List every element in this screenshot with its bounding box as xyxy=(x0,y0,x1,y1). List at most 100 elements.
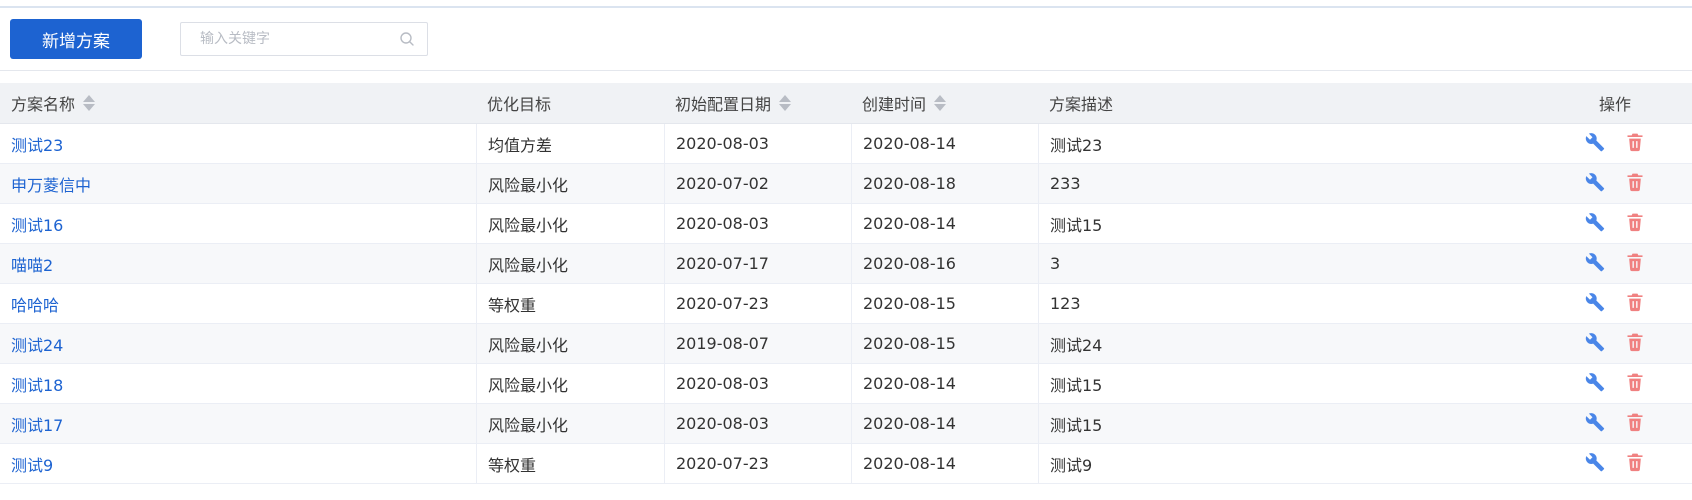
plan-name-cell: 测试16 xyxy=(0,204,476,243)
trash-icon[interactable] xyxy=(1625,132,1645,156)
search-icon[interactable] xyxy=(399,31,415,47)
init-date-cell: 2020-08-03 xyxy=(664,404,851,443)
search-box[interactable] xyxy=(180,22,428,56)
init-date-text: 2020-07-23 xyxy=(676,294,769,313)
target-text: 风险最小化 xyxy=(488,175,569,195)
created-text: 2020-08-14 xyxy=(863,454,956,473)
wrench-icon[interactable] xyxy=(1585,332,1605,356)
ops-cell xyxy=(1538,444,1692,483)
sort-icon[interactable] xyxy=(779,94,792,112)
wrench-icon[interactable] xyxy=(1585,292,1605,316)
table-body: 测试23 均值方差 2020-08-03 2020-08-14 测试23 申万菱信中 风险最… xyxy=(0,124,1692,484)
target-cell: 风险最小化 xyxy=(476,204,664,243)
plan-name-link[interactable]: 申万菱信中 xyxy=(11,172,91,196)
created-cell: 2020-08-14 xyxy=(851,444,1038,483)
init-date-text: 2020-08-03 xyxy=(676,414,769,433)
created-cell: 2020-08-14 xyxy=(851,124,1038,163)
created-cell: 2020-08-14 xyxy=(851,204,1038,243)
wrench-icon[interactable] xyxy=(1585,412,1605,436)
desc-cell: 3 xyxy=(1038,244,1538,283)
ops-cell xyxy=(1538,164,1692,203)
ops-cell xyxy=(1538,124,1692,163)
created-text: 2020-08-14 xyxy=(863,214,956,233)
created-cell: 2020-08-16 xyxy=(851,244,1038,283)
wrench-icon[interactable] xyxy=(1585,212,1605,236)
init-date-cell: 2020-08-03 xyxy=(664,364,851,403)
plan-name-cell: 测试17 xyxy=(0,404,476,443)
plan-name-link[interactable]: 测试18 xyxy=(11,372,63,396)
header-target: 优化目标 xyxy=(487,95,552,114)
sort-icon[interactable] xyxy=(934,94,947,112)
created-text: 2020-08-14 xyxy=(863,414,956,433)
desc-text: 测试9 xyxy=(1050,455,1093,475)
trash-icon[interactable] xyxy=(1625,412,1645,436)
row-actions xyxy=(1585,292,1645,316)
desc-text: 233 xyxy=(1050,174,1081,193)
target-cell: 风险最小化 xyxy=(476,244,664,283)
init-date-text: 2020-07-23 xyxy=(676,454,769,473)
ops-cell xyxy=(1538,364,1692,403)
header-name-cell[interactable]: 方案名称 xyxy=(0,83,476,123)
plan-name-link[interactable]: 测试16 xyxy=(11,212,63,236)
sort-icon[interactable] xyxy=(83,94,96,112)
row-actions xyxy=(1585,412,1645,436)
desc-text: 123 xyxy=(1050,294,1081,313)
trash-icon[interactable] xyxy=(1625,292,1645,316)
header-init-date-cell[interactable]: 初始配置日期 xyxy=(664,83,851,123)
target-cell: 等权重 xyxy=(476,444,664,483)
wrench-icon[interactable] xyxy=(1585,372,1605,396)
target-cell: 风险最小化 xyxy=(476,324,664,363)
table-row: 哈哈哈 等权重 2020-07-23 2020-08-15 123 xyxy=(0,284,1692,324)
desc-text: 3 xyxy=(1050,254,1061,273)
created-cell: 2020-08-15 xyxy=(851,284,1038,323)
trash-icon[interactable] xyxy=(1625,372,1645,396)
row-actions xyxy=(1585,212,1645,236)
wrench-icon[interactable] xyxy=(1585,252,1605,276)
desc-cell: 测试15 xyxy=(1038,204,1538,243)
target-text: 风险最小化 xyxy=(488,375,569,395)
target-text: 风险最小化 xyxy=(488,335,569,355)
target-cell: 风险最小化 xyxy=(476,164,664,203)
init-date-cell: 2020-08-03 xyxy=(664,124,851,163)
init-date-text: 2020-08-03 xyxy=(676,374,769,393)
header-ops-cell: 操作 xyxy=(1538,83,1692,123)
created-cell: 2020-08-14 xyxy=(851,404,1038,443)
desc-cell: 测试9 xyxy=(1038,444,1538,483)
header-desc: 方案描述 xyxy=(1049,95,1114,114)
init-date-text: 2020-08-03 xyxy=(676,214,769,233)
wrench-icon[interactable] xyxy=(1585,172,1605,196)
wrench-icon[interactable] xyxy=(1585,132,1605,156)
wrench-icon[interactable] xyxy=(1585,452,1605,476)
init-date-text: 2019-08-07 xyxy=(676,334,769,353)
init-date-cell: 2020-07-17 xyxy=(664,244,851,283)
plan-name-link[interactable]: 测试9 xyxy=(11,452,53,476)
created-text: 2020-08-14 xyxy=(863,134,956,153)
desc-text: 测试15 xyxy=(1050,215,1103,235)
table-row: 测试9 等权重 2020-07-23 2020-08-14 测试9 xyxy=(0,444,1692,484)
plan-name-cell: 测试18 xyxy=(0,364,476,403)
table-row: 测试24 风险最小化 2019-08-07 2020-08-15 测试24 xyxy=(0,324,1692,364)
trash-icon[interactable] xyxy=(1625,172,1645,196)
target-text: 等权重 xyxy=(488,295,537,315)
plan-name-link[interactable]: 测试23 xyxy=(11,132,63,156)
trash-icon[interactable] xyxy=(1625,252,1645,276)
add-plan-button[interactable]: 新增方案 xyxy=(10,19,142,59)
search-input[interactable] xyxy=(181,23,391,55)
trash-icon[interactable] xyxy=(1625,332,1645,356)
desc-cell: 测试15 xyxy=(1038,364,1538,403)
plan-name-link[interactable]: 测试24 xyxy=(11,332,63,356)
plan-name-link[interactable]: 喵喵2 xyxy=(11,252,53,276)
page: 新增方案 方案名称 优化目标 初始配置日期 创建时间 xyxy=(0,0,1692,500)
table-row: 测试23 均值方差 2020-08-03 2020-08-14 测试23 xyxy=(0,124,1692,164)
trash-icon[interactable] xyxy=(1625,212,1645,236)
trash-icon[interactable] xyxy=(1625,452,1645,476)
created-cell: 2020-08-14 xyxy=(851,364,1038,403)
header-init-date: 初始配置日期 xyxy=(675,95,772,114)
plan-name-link[interactable]: 哈哈哈 xyxy=(11,292,59,316)
plan-name-link[interactable]: 测试17 xyxy=(11,412,63,436)
init-date-cell: 2020-08-03 xyxy=(664,204,851,243)
created-text: 2020-08-15 xyxy=(863,294,956,313)
target-cell: 均值方差 xyxy=(476,124,664,163)
header-created-cell[interactable]: 创建时间 xyxy=(851,83,1038,123)
created-text: 2020-08-14 xyxy=(863,374,956,393)
